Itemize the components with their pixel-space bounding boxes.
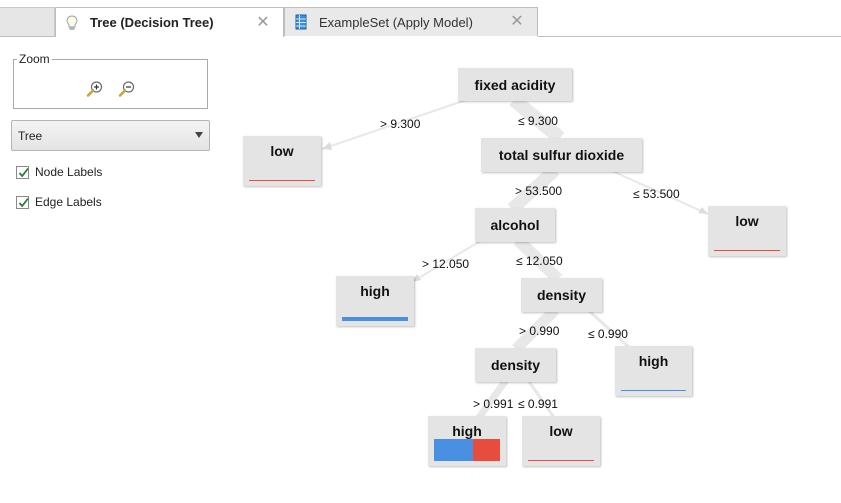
- checkbox-icon: [16, 165, 29, 179]
- leaf-label: low: [270, 143, 294, 159]
- edge-labels-checkbox[interactable]: Edge Labels: [16, 194, 102, 210]
- leaf-high-1[interactable]: high: [336, 276, 414, 326]
- node-density-1[interactable]: density: [521, 278, 602, 312]
- node-label: alcohol: [490, 217, 540, 233]
- tab-strip-border: [538, 36, 841, 37]
- edge-label: ≤ 9.300: [518, 114, 558, 128]
- zoom-in-button[interactable]: [86, 80, 104, 98]
- class-distribution-bar: [621, 390, 686, 391]
- close-icon[interactable]: ✕: [509, 14, 525, 30]
- node-labels-checkbox[interactable]: Node Labels: [16, 164, 102, 180]
- leaf-label: low: [549, 423, 573, 439]
- zoom-out-button[interactable]: [118, 80, 136, 98]
- leaf-label: high: [360, 283, 390, 299]
- table-icon: [293, 14, 309, 30]
- low-fraction: [473, 439, 500, 461]
- edge-label: ≤ 0.990: [588, 327, 628, 341]
- node-labels-label: Node Labels: [35, 165, 103, 179]
- node-label: fixed acidity: [474, 76, 556, 93]
- low-fraction: [249, 180, 315, 181]
- leaf-low-1[interactable]: low: [243, 136, 321, 186]
- class-distribution-bar: [342, 317, 408, 321]
- leaf-label: low: [735, 213, 759, 229]
- checkbox-icon: [16, 195, 29, 209]
- leaf-low-2[interactable]: low: [708, 206, 786, 256]
- class-distribution-bar: [528, 460, 594, 461]
- tab-label: Tree (Decision Tree): [90, 15, 214, 30]
- close-icon[interactable]: ✕: [255, 14, 271, 31]
- node-total-sulfur-dioxide[interactable]: total sulfur dioxide: [481, 138, 642, 172]
- zoom-legend: Zoom: [17, 52, 52, 66]
- high-fraction: [342, 317, 408, 321]
- node-density-2[interactable]: density: [475, 348, 556, 382]
- zoom-in-icon: [86, 81, 103, 97]
- zoom-out-icon: [118, 81, 135, 97]
- high-fraction: [621, 390, 686, 391]
- edge-label: ≤ 0.991: [518, 397, 558, 411]
- leaf-high-3[interactable]: high: [428, 416, 506, 466]
- edge-label: > 0.991: [473, 397, 514, 411]
- leaf-high-2[interactable]: high: [615, 346, 692, 396]
- leaf-label: high: [638, 353, 669, 369]
- view-mode-select[interactable]: Tree: [11, 120, 210, 151]
- class-distribution-bar: [249, 180, 315, 181]
- leaf-low-3[interactable]: low: [522, 416, 600, 466]
- high-fraction: [434, 439, 473, 461]
- tab-exampleset-apply-model[interactable]: ExampleSet (Apply Model) ✕: [284, 7, 538, 36]
- edge-label: > 9.300: [380, 117, 421, 131]
- edge-labels-label: Edge Labels: [35, 195, 102, 209]
- edge-label: > 53.500: [515, 184, 563, 198]
- view-mode-value: Tree: [18, 128, 43, 143]
- chevron-down-icon: [195, 132, 203, 138]
- tab-label: ExampleSet (Apply Model): [319, 14, 473, 30]
- node-label: total sulfur dioxide: [498, 147, 625, 163]
- node-fixed-acidity[interactable]: fixed acidity: [458, 68, 572, 101]
- tab-strip: Tree (Decision Tree) ✕ ExampleSet (Apply…: [0, 0, 841, 37]
- edge-label: > 12.050: [422, 257, 470, 271]
- class-distribution-bar: [434, 439, 500, 461]
- tab-strip-spacer: [0, 7, 55, 36]
- tab-tree-decision-tree[interactable]: Tree (Decision Tree) ✕: [55, 7, 284, 37]
- tab-strip-border: [0, 36, 55, 37]
- leaf-label: high: [452, 423, 482, 439]
- low-fraction: [528, 460, 594, 461]
- node-label: density: [536, 287, 586, 303]
- class-distribution-bar: [714, 250, 780, 251]
- zoom-group: [13, 59, 208, 109]
- edge-label: > 0.990: [519, 324, 560, 338]
- node-alcohol[interactable]: alcohol: [475, 208, 555, 242]
- edge-label: ≤ 12.050: [516, 254, 563, 268]
- node-label: density: [490, 357, 540, 373]
- lightbulb-icon: [64, 14, 80, 31]
- low-fraction: [714, 250, 780, 251]
- edge-label: ≤ 53.500: [633, 187, 680, 201]
